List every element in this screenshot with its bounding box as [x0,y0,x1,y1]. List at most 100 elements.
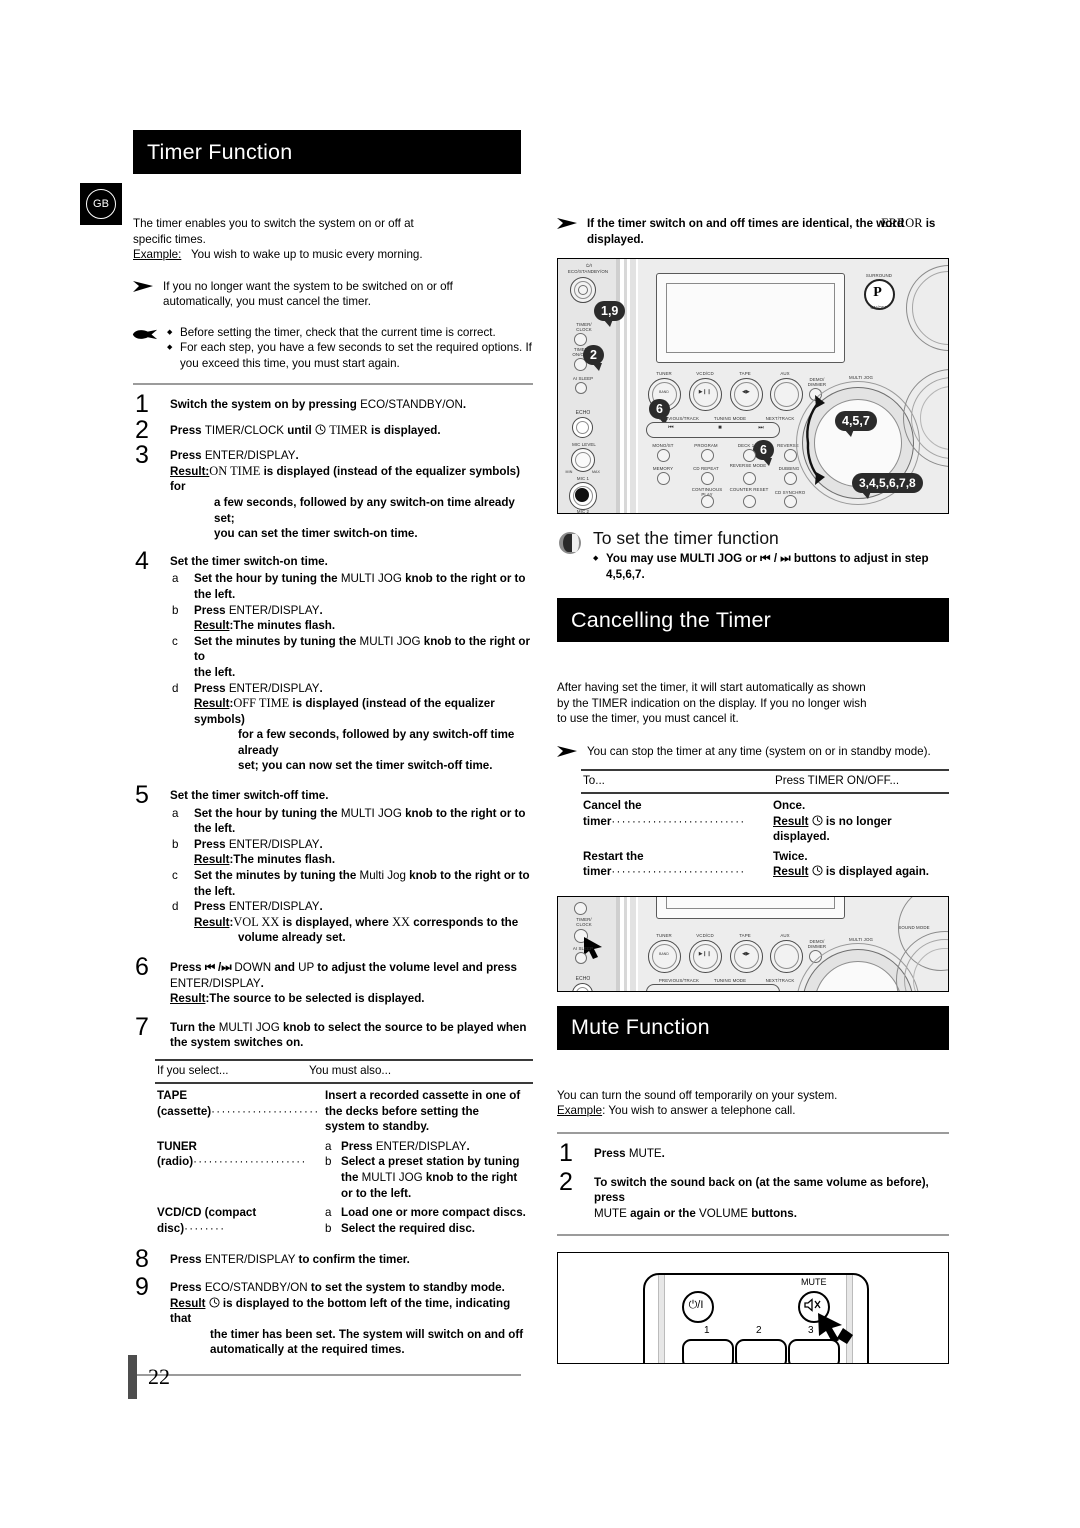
locale-badge-label: GB [86,189,116,219]
preset-3-button[interactable] [788,1339,840,1364]
mute-example-label: Example [557,1104,603,1118]
next-icon: ⏭ [758,425,764,431]
cancel-table: To... Press TIMER ON/OFF... Cancel the t… [581,769,949,880]
preset-3-label: 3 [808,1325,814,1337]
tip-item: You may use MULTI JOG or ⏮ / ⏭ buttons t… [593,551,949,582]
multi-jog-label: MULTI JOG [849,375,873,380]
step-8: 8 Press ENTER/DISPLAY to confirm the tim… [133,1247,533,1272]
substep: d Press ENTER/DISPLAY. Result:OFF TIME is… [172,681,515,773]
locale-badge: GB [80,183,122,225]
row-value: Insert a recorded cassette in one of [325,1088,521,1102]
previous-track-label: PREVIOUS/TRACK [658,977,700,983]
clock-icon [209,1296,220,1308]
table-row: TUNER (radio)······················ a Pre… [157,1139,520,1200]
step-5: 5 Set the timer switch-off time. a Set th… [133,783,533,946]
mute-step-2: 2 To switch the sound back on (at the sa… [557,1169,949,1222]
note-stop-timer: You can stop the timer at any time (syst… [557,744,949,760]
ai-sleep-label: AI SLEEP [572,945,594,951]
col2-header: You must also... [309,1063,392,1077]
substep: b Press ENTER/DISPLAY. Result:The minutes… [172,603,336,633]
left-column: Timer Function The timer enables you to … [132,130,533,1382]
mic-min-label: MIN [565,470,573,474]
timer-clock-label-2: CLOCK [576,327,592,332]
tape-dir-icon: ◀▶ [742,389,750,395]
substep: c Set the minutes by tuning the Multi Jog… [172,869,530,898]
step-text: Press ENTER/DISPLAY to confirm the timer… [170,1253,410,1267]
clock-icon [812,865,823,876]
step-6: 6 Press ⏮ /⏭ DOWN and UP to adjust the v… [133,955,533,1007]
play-pause-icon: ▶❙❙ [698,389,712,395]
cancel-line-1: After having set the timer, it will star… [557,681,866,694]
mute-example-text: : You wish to answer a telephone call. [602,1104,796,1118]
arrow-icon [133,280,153,292]
vcdcd-label: VCD/CD [696,371,714,376]
manual-page: GB Timer Function The timer enables you … [0,0,1080,1528]
note-line-2: automatically, you must cancel the timer… [163,295,371,308]
step-title: Set the timer switch-off time. [170,789,329,803]
callout-2: 2 [583,345,604,371]
table-header-row: If you select... You must also... [155,1061,533,1080]
step-number: 2 [559,1167,573,1196]
multi-jog-label: MULTI JOG [849,936,873,942]
preset-2-button[interactable] [735,1339,787,1364]
vcdcd-label: VCD/CD [696,932,714,938]
next-track-label: NEXT/TRACK [765,977,795,983]
figure-remote: ⏻/I MUTE 1 2 3 [557,1252,949,1365]
mic-max-label: MAX [591,470,601,474]
step-text: Press ECO/STANDBY/ON to set the system t… [170,1280,524,1357]
note-line-1: If you no longer want the system to be s… [163,279,453,293]
step-text: Switch the system on by pressing ECO/STA… [170,398,467,411]
power-glyph-label: ⏻/I [585,263,593,268]
monost-label: MONO/ST [652,443,674,448]
mute-line-1: You can turn the sound off temporarily o… [557,1088,838,1102]
step-7: 7 Turn the MULTI JOG knob to select the … [133,1014,533,1051]
previous-track-label: PREVIOUS/TRACK [658,416,700,421]
row-label: TAPE (cassette) [157,1088,212,1118]
preset-2-label: 2 [756,1325,762,1337]
row-value: Select the required disc. [341,1221,476,1235]
tip-item: For each step, you have a few seconds to… [167,340,533,371]
mic2-label: MIC 2 [576,509,590,514]
step-3: 3 Press ENTER/DISPLAY. Result:ON TIME is… [133,443,533,542]
tips-list: Before setting the timer, check that the… [167,325,533,372]
row-value: Load one or more compact discs. [341,1206,526,1220]
divider [133,1373,521,1376]
step-number: 4 [135,546,149,575]
error-word: ERROR [881,216,923,230]
tuner-label: TUNER [656,371,672,376]
result-label: Result: [170,464,210,478]
substep-list: a Set the hour by tuning the MULTI JOG kn… [170,571,533,774]
source-table: If you select... You must also... TAPE (… [155,1058,533,1236]
tuner-label: TUNER [656,932,672,938]
result-label: Result [773,814,809,828]
arrow-icon [557,218,577,229]
tuning-mode-label: TUNING MODE [713,416,747,421]
divider [557,1234,949,1237]
col1-header: If you select... [157,1063,229,1077]
section-heading-cancelling-timer: Cancelling the Timer [557,598,949,642]
clock-icon [812,815,823,826]
note-text: You can stop the timer at any time (syst… [587,744,931,758]
mic1-label: MIC 1 [576,476,590,481]
row-value-cont: system to standby. [325,1120,430,1134]
section-heading-mute-function: Mute Function [557,1005,949,1050]
cd-repeat-label: CD REPEAT [693,466,719,471]
table-row: Cancel the timer························… [583,799,892,844]
row-value: Twice. [773,849,808,863]
tip-list: You may use MULTI JOG or ⏮ / ⏭ buttons t… [593,551,949,582]
program-label: PROGRAM [694,443,718,448]
preset-1-button[interactable] [682,1339,734,1364]
step-text: Press ENTER/DISPLAY. Result:ON TIME is d… [170,449,520,541]
error-note-text-end: is [922,217,936,230]
mic-level-label: MIC LEVEL [572,442,596,447]
right-column: If the timer switch on and off times are… [557,130,949,1365]
band-label: BAND [659,951,669,956]
section-heading-timer-function: Timer Function [133,130,521,174]
tape-label: TAPE [739,932,751,938]
surround-label-top: SURROUND [865,273,893,278]
counter-reset-label: COUNTER RESET [729,487,769,492]
step-number: 8 [135,1245,149,1274]
surround-p-letter: P [873,284,882,300]
step-number: 9 [135,1272,149,1301]
callout-3-4-5-6-7-8: 3,4,5,6,7,8 [852,473,923,499]
